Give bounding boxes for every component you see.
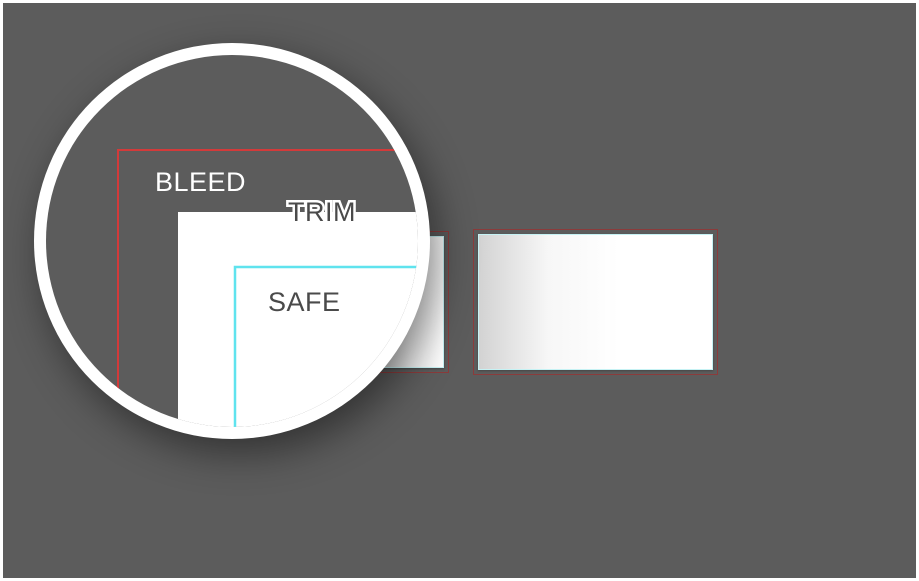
safe-outline xyxy=(478,234,713,370)
zoomed-guides: BLEED TRIM SAFE xyxy=(117,149,418,427)
magnified-corner: BLEED TRIM SAFE xyxy=(46,55,418,427)
trim-label: TRIM xyxy=(288,197,356,227)
card-preview-right xyxy=(473,229,718,375)
print-guides-illustration: BLEED TRIM SAFE xyxy=(0,0,919,581)
magnifier-lens: BLEED TRIM SAFE xyxy=(34,43,430,439)
safe-label: SAFE xyxy=(268,287,341,317)
trim-area-zoomed xyxy=(178,212,418,427)
bleed-label: BLEED xyxy=(155,167,246,197)
dark-canvas: BLEED TRIM SAFE xyxy=(3,3,916,578)
